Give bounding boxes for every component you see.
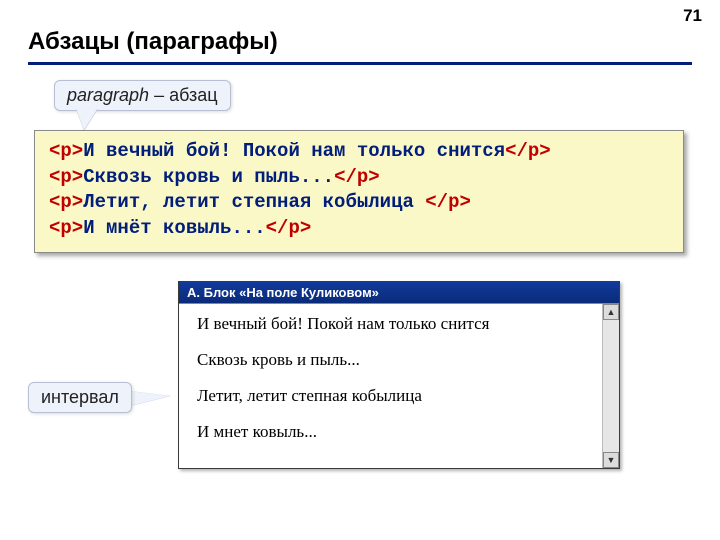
tag-close: </p> [266,217,312,239]
code-line: <p>Летит, летит степная кобылица </p> [49,190,669,216]
tag-open: <p> [49,166,83,188]
heading-rule [28,62,692,65]
callout-paragraph: paragraph – абзац [54,80,231,111]
window-titlebar: А. Блок «На поле Куликовом» [179,282,619,303]
tag-close: </p> [505,140,551,162]
tag-open: <p> [49,191,83,213]
rendered-paragraph: Летит, летит степная кобылица [197,386,613,406]
code-line: <p>И вечный бой! Покой нам только снится… [49,139,669,165]
tag-open: <p> [49,217,83,239]
code-line: <p>И мнёт ковыль...</p> [49,216,669,242]
rendered-paragraph: И вечный бой! Покой нам только снится [197,314,613,334]
callout-rest: – абзац [149,85,218,105]
callout-italic: paragraph [67,85,149,105]
tag-open: <p> [49,140,83,162]
code-line: <p>Сквозь кровь и пыль...</p> [49,165,669,191]
rendered-paragraph: Сквозь кровь и пыль... [197,350,613,370]
code-example: <p>И вечный бой! Покой нам только снится… [34,130,684,253]
tag-close: </p> [425,191,471,213]
callout-interval: интервал [28,382,132,413]
window-body: И вечный бой! Покой нам только снится Ск… [179,303,619,468]
page-number: 71 [683,6,702,26]
scroll-up-icon[interactable]: ▲ [603,304,619,320]
scrollbar[interactable]: ▲ ▼ [602,304,619,468]
scroll-down-icon[interactable]: ▼ [603,452,619,468]
rendered-paragraph: И мнет ковыль... [197,422,613,442]
slide-heading: Абзацы (параграфы) [28,28,278,56]
preview-window: А. Блок «На поле Куликовом» И вечный бой… [178,281,620,469]
callout-tail-icon [76,108,98,130]
tag-close: </p> [334,166,380,188]
